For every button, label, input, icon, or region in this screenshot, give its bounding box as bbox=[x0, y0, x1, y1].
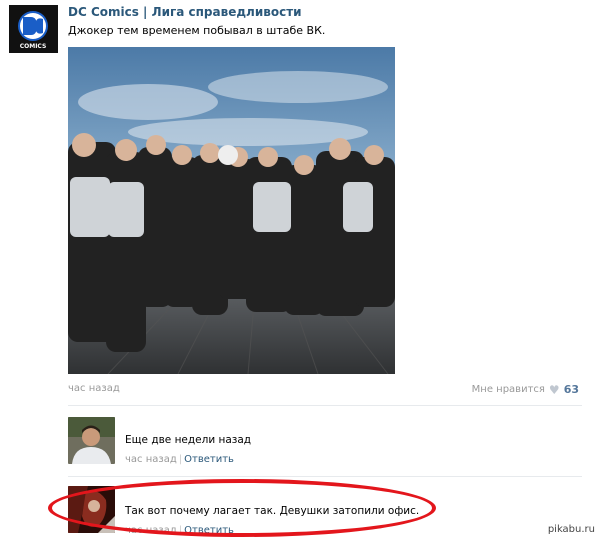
post-text: Джокер тем временем побывал в штабе ВК. bbox=[68, 24, 326, 37]
comment-meta: час назад | Ответить bbox=[125, 454, 234, 465]
watermark: pikabu.ru bbox=[547, 524, 595, 535]
highlight-ellipse bbox=[48, 479, 436, 537]
svg-text:COMICS: COMICS bbox=[20, 43, 47, 50]
comment-text: Еще две недели назад bbox=[125, 434, 252, 446]
comment-timestamp[interactable]: час назад bbox=[125, 454, 177, 465]
heart-icon: ♥ bbox=[548, 382, 560, 397]
dc-comics-logo[interactable]: COMICS bbox=[9, 5, 58, 53]
post-author-link[interactable]: DC Comics | Лига справедливости bbox=[68, 5, 302, 19]
post-timestamp[interactable]: час назад bbox=[68, 383, 120, 394]
separator: | bbox=[178, 454, 183, 465]
divider bbox=[68, 405, 582, 406]
like-count: 63 bbox=[563, 383, 579, 396]
reply-button[interactable]: Ответить bbox=[184, 454, 234, 465]
divider bbox=[68, 476, 582, 477]
comment-avatar[interactable] bbox=[68, 417, 115, 464]
post-photo[interactable] bbox=[68, 47, 395, 374]
like-label: Мне нравится bbox=[471, 384, 545, 395]
like-button[interactable]: Мне нравится ♥ 63 bbox=[472, 383, 579, 396]
